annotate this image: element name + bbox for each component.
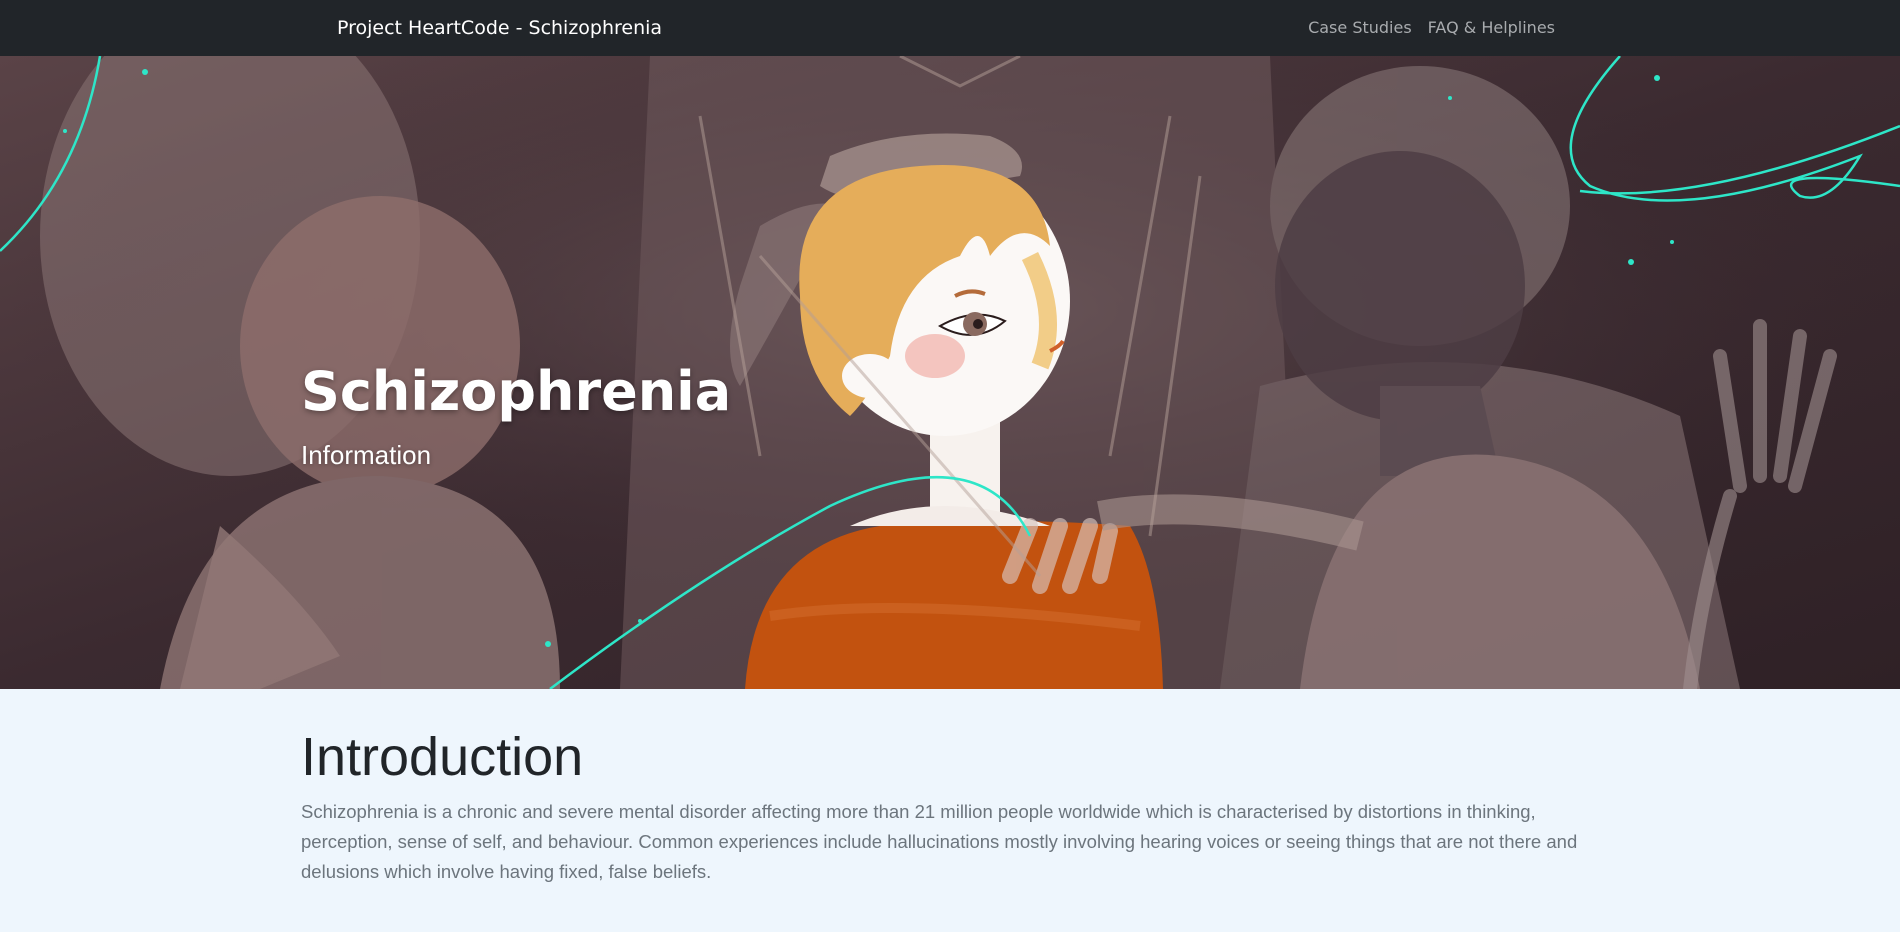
hero-illustration [0, 56, 1900, 689]
hero-banner: Schizophrenia Information [0, 56, 1900, 689]
hero-subtitle: Information [301, 440, 432, 470]
nav-link-faq-helplines[interactable]: FAQ & Helplines [1428, 18, 1555, 38]
brand-link[interactable]: Project HeartCode - Schizophrenia [337, 16, 662, 40]
nav-links: Case Studies FAQ & Helplines [1308, 18, 1555, 38]
nav-link-case-studies[interactable]: Case Studies [1308, 18, 1412, 38]
intro-paragraph: Schizophrenia is a chronic and severe me… [301, 801, 1578, 882]
top-navbar: Project HeartCode - Schizophrenia Case S… [0, 0, 1900, 56]
intro-heading: Introduction [301, 727, 584, 787]
hero-title: Schizophrenia [301, 360, 732, 423]
